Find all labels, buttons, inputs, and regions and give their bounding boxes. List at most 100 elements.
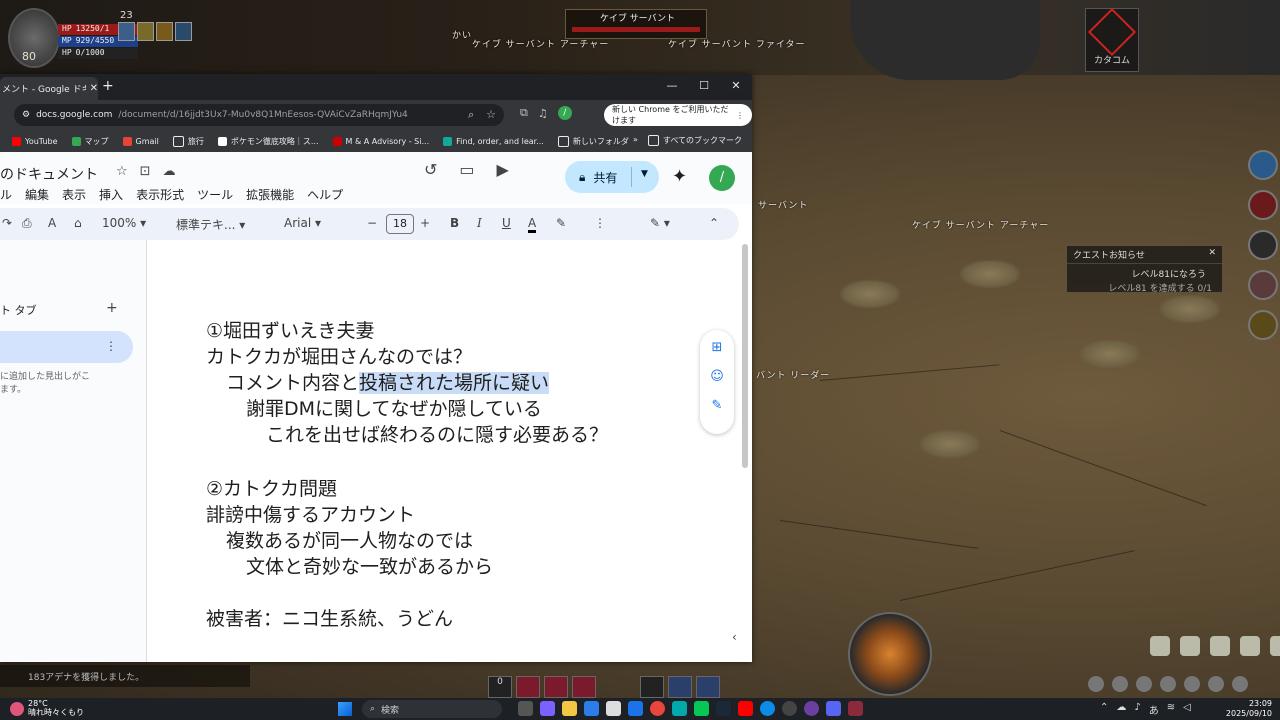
emoji-reaction-icon[interactable]: ☺	[710, 369, 724, 384]
site-info-icon[interactable]: ⚙	[22, 110, 30, 120]
menu-tools[interactable]: ツール	[197, 186, 233, 203]
tab-google-docs[interactable]: メント - Google ドキュ ✕	[0, 77, 98, 100]
history-icon[interactable]: ↺	[424, 160, 437, 179]
copilot-icon[interactable]	[540, 701, 555, 716]
more-icon[interactable]: ⋮	[736, 111, 744, 120]
menu-help[interactable]: ヘルプ	[307, 186, 343, 203]
extensions-icon[interactable]: ⧉	[520, 106, 528, 120]
skill-slot[interactable]	[668, 676, 692, 698]
shop-icon[interactable]	[1184, 676, 1200, 692]
bookmark-new-folder[interactable]: 新しいフォルダ	[557, 135, 629, 147]
print-icon[interactable]: ⎙	[22, 216, 32, 231]
menu-view[interactable]: 表示	[62, 186, 86, 203]
armor-icon[interactable]	[1136, 676, 1152, 692]
text-color-icon[interactable]: A	[528, 216, 537, 233]
menu-edit[interactable]: 編集	[25, 186, 49, 203]
more-options-icon[interactable]: ⋮	[594, 216, 606, 230]
task-view-icon[interactable]	[518, 701, 533, 716]
quest-notice-panel[interactable]: クエストお知らせ ✕ レベル81になろう レベル81 を達成する 0/1	[1066, 245, 1223, 294]
style-select[interactable]: 標準テキ... ▾	[176, 216, 245, 233]
font-select[interactable]: Arial ▾	[284, 216, 321, 230]
buff-icon[interactable]	[137, 22, 154, 41]
document-page[interactable]: ①堀田ずいえき夫妻 カトクカが堀田さんなのでは？ コメント内容と投稿された場所に…	[147, 240, 740, 662]
steam-icon[interactable]	[716, 701, 731, 716]
paint-format-icon[interactable]: ⌂	[74, 216, 82, 230]
highlight-icon[interactable]: ✎	[556, 216, 566, 230]
bookmarks-overflow-icon[interactable]: »	[633, 135, 638, 146]
document-title[interactable]: のドキュメント	[0, 164, 98, 184]
bookmark-ma-advisory[interactable]: M & A Advisory - Si...	[332, 136, 429, 146]
new-tab-icon[interactable]: +	[102, 78, 114, 94]
more-icon[interactable]: ⋮	[105, 339, 117, 353]
discord-icon[interactable]	[826, 701, 841, 716]
photos-icon[interactable]	[606, 701, 621, 716]
buff-icon[interactable]	[175, 22, 192, 41]
volume-icon[interactable]: ◁	[1183, 702, 1191, 717]
menu-icon[interactable]	[1232, 676, 1248, 692]
suggest-edit-icon[interactable]: ✎	[712, 398, 723, 413]
bag-icon[interactable]	[1270, 636, 1280, 656]
collapse-toolbar-icon[interactable]: ⌃	[709, 216, 719, 230]
pet-icon[interactable]	[1240, 636, 1260, 656]
bold-icon[interactable]: B	[450, 216, 459, 230]
line-icon[interactable]	[694, 701, 709, 716]
tab-item-selected[interactable]: ⋮	[0, 331, 133, 363]
skill-icon[interactable]	[1248, 190, 1278, 220]
maximize-icon[interactable]: ☐	[688, 74, 720, 100]
scroll-icon[interactable]	[1150, 636, 1170, 656]
add-tab-icon[interactable]: +	[106, 300, 118, 316]
potion-slot[interactable]	[516, 676, 540, 698]
bookmark-gmail[interactable]: Gmail	[122, 136, 159, 146]
buff-icon[interactable]	[118, 22, 135, 41]
editing-mode-icon[interactable]: ✎ ▾	[650, 216, 670, 230]
bookmark-folder-travel[interactable]: 旅行	[172, 135, 204, 147]
youtube-icon[interactable]	[738, 701, 753, 716]
bookmark-pokemon[interactable]: ポケモン徹底攻略｜ス...	[217, 136, 319, 147]
store-icon[interactable]	[584, 701, 599, 716]
font-size-increase[interactable]: +	[420, 216, 430, 230]
gear-icon[interactable]	[1208, 676, 1224, 692]
skill-icon[interactable]	[1248, 150, 1278, 180]
chevron-left-icon[interactable]: ‹	[732, 630, 737, 644]
chat-icon[interactable]	[1112, 676, 1128, 692]
network-icon[interactable]: ☁	[1116, 702, 1126, 717]
game-client-icon[interactable]	[782, 701, 797, 716]
attack-joystick[interactable]	[848, 612, 932, 696]
app-icon[interactable]	[804, 701, 819, 716]
zoom-select[interactable]: 100% ▾	[102, 216, 146, 230]
share-button[interactable]: 🔒︎ 共有 ▼	[565, 161, 659, 193]
swirl-icon[interactable]	[1088, 676, 1104, 692]
mic-icon[interactable]: ♪	[1134, 702, 1140, 717]
scrollbar-thumb[interactable]	[742, 244, 748, 468]
minimize-icon[interactable]: —	[656, 74, 688, 100]
file-explorer-icon[interactable]	[562, 701, 577, 716]
avatar[interactable]: /	[709, 165, 735, 191]
hotbar-slot-count[interactable]: 0	[488, 676, 512, 698]
move-folder-icon[interactable]: ⊡	[140, 164, 151, 179]
bookmark-youtube[interactable]: YouTube	[12, 136, 58, 146]
calculator-icon[interactable]	[672, 701, 687, 716]
bookmark-maps[interactable]: マップ	[71, 136, 109, 147]
chevron-down-icon[interactable]: ▼	[641, 169, 648, 179]
catacomb-button[interactable]: カタコム	[1085, 7, 1139, 72]
skill-icon[interactable]	[1248, 230, 1278, 260]
close-icon[interactable]: ✕	[1208, 248, 1216, 261]
meet-icon[interactable]: ▶	[497, 160, 509, 179]
add-comment-icon[interactable]: ⊞	[712, 340, 723, 355]
italic-icon[interactable]: I	[477, 216, 482, 230]
potion-icon[interactable]	[1210, 636, 1230, 656]
close-window-icon[interactable]: ✕	[720, 74, 752, 100]
font-size-input[interactable]: 18	[386, 214, 414, 234]
scrollbar[interactable]	[741, 240, 749, 470]
mail-icon[interactable]	[628, 701, 643, 716]
skill-icon[interactable]	[1248, 270, 1278, 300]
menu-file[interactable]: ル	[0, 186, 12, 203]
chrome-update-button[interactable]: 新しい Chrome をご利用いただけます ⋮	[604, 104, 752, 126]
potion-slot[interactable]	[544, 676, 568, 698]
chevron-up-icon[interactable]: ⌃	[1100, 702, 1108, 717]
star-icon[interactable]: ☆	[116, 164, 128, 179]
search-icon[interactable]: ⌕	[468, 108, 474, 122]
underline-icon[interactable]: U	[502, 216, 511, 230]
game-icon[interactable]	[848, 701, 863, 716]
media-icon[interactable]: ♫	[538, 107, 548, 120]
